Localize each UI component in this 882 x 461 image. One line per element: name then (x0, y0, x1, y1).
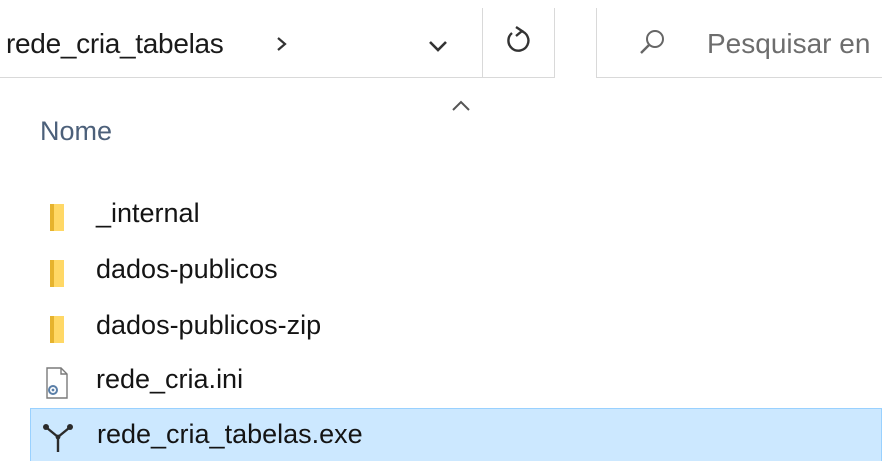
search-placeholder[interactable]: Pesquisar en (707, 28, 870, 60)
sort-ascending-icon[interactable] (446, 96, 476, 116)
folder-icon (40, 312, 74, 346)
folder-icon (40, 200, 74, 234)
breadcrumb-current-folder[interactable]: rede_cria_tabelas (6, 28, 224, 60)
file-explorer-window: rede_cria_tabelas Pesquisar en Nome _int… (0, 0, 882, 461)
search-box[interactable]: Pesquisar en (596, 8, 882, 78)
file-name: rede_cria.ini (96, 364, 244, 394)
config-file-icon (40, 366, 74, 400)
chevron-down-icon[interactable] (418, 28, 458, 64)
file-name: _internal (96, 198, 200, 228)
list-item-file[interactable]: rede_cria.ini (0, 354, 882, 408)
list-item-folder[interactable]: _internal (0, 188, 882, 242)
app-executable-icon (41, 421, 75, 455)
chevron-right-icon[interactable] (270, 30, 294, 58)
address-bar: rede_cria_tabelas Pesquisar en (0, 0, 882, 78)
file-name: dados-publicos-zip (96, 310, 322, 340)
file-name: dados-publicos (96, 254, 278, 284)
refresh-icon (507, 26, 530, 52)
list-item-folder[interactable]: dados-publicos (0, 244, 882, 298)
address-box[interactable]: rede_cria_tabelas (0, 8, 483, 78)
search-icon (635, 26, 669, 60)
list-item-selected-file[interactable]: rede_cria_tabelas.exe (30, 408, 882, 461)
refresh-button[interactable] (483, 8, 555, 78)
file-name: rede_cria_tabelas.exe (97, 419, 363, 449)
list-item-folder[interactable]: dados-publicos-zip (0, 300, 882, 354)
column-header-name[interactable]: Nome (40, 116, 112, 147)
folder-icon (40, 256, 74, 290)
